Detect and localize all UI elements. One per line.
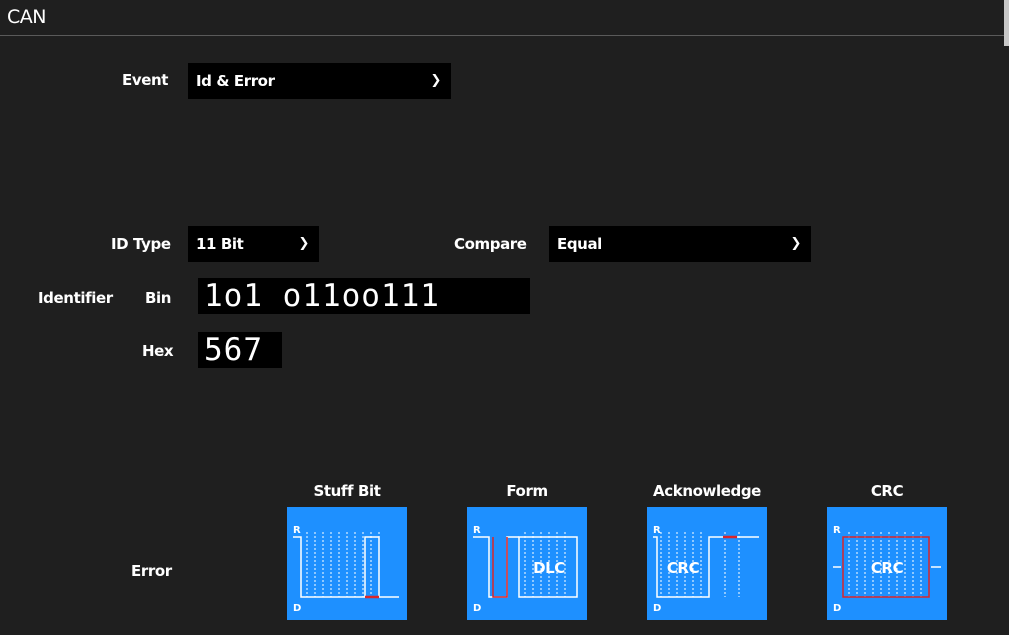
crc-error-tile[interactable]: R D CRC [827, 507, 947, 620]
tile-d-label: D [473, 603, 482, 614]
form-title: Form [506, 482, 548, 500]
crc-field-label: CRC [666, 559, 700, 577]
stuff-bit-error-icon [293, 532, 399, 599]
hex-label: Hex [142, 342, 174, 360]
error-label: Error [131, 562, 172, 580]
id-type-label: ID Type [111, 235, 171, 253]
id-type-dropdown[interactable]: 11 Bit ❯ [188, 226, 319, 262]
event-value: Id & Error [196, 72, 275, 90]
acknowledge-error-tile[interactable]: R D CRC [647, 507, 767, 620]
chevron-down-icon: ❯ [298, 236, 310, 251]
tile-r-label: R [653, 525, 661, 536]
event-label: Event [122, 71, 169, 89]
stuff-bit-title: Stuff Bit [313, 482, 381, 500]
crc-field-label: CRC [870, 559, 904, 577]
compare-value: Equal [557, 235, 602, 253]
tile-d-label: D [293, 603, 302, 614]
window-title: CAN [7, 6, 46, 28]
tile-r-label: R [293, 525, 301, 536]
id-type-value: 11 Bit [196, 235, 244, 253]
tile-d-label: D [653, 603, 662, 614]
chevron-down-icon: ❯ [430, 73, 442, 88]
acknowledge-title: Acknowledge [653, 482, 761, 500]
stuff-bit-error-tile[interactable]: R D [287, 507, 407, 620]
dlc-field-label: DLC [533, 559, 565, 577]
tile-r-label: R [473, 525, 481, 536]
identifier-label: Identifier [38, 289, 113, 307]
bin-label: Bin [145, 289, 172, 307]
chevron-down-icon: ❯ [790, 236, 802, 251]
crc-title: CRC [870, 482, 904, 500]
compare-label: Compare [454, 235, 527, 253]
identifier-hex-input[interactable]: 567 [198, 332, 282, 368]
title-bar: CAN [0, 0, 1009, 36]
scrollbar[interactable] [1004, 0, 1009, 46]
identifier-bin-input[interactable]: 1o1 o11oo111 [198, 278, 530, 314]
tile-r-label: R [833, 525, 841, 536]
compare-dropdown[interactable]: Equal ❯ [549, 226, 811, 262]
can-trigger-panel: CAN Event Id & Error ❯ ID Type 11 Bit ❯ … [0, 0, 1009, 635]
tile-d-label: D [833, 603, 842, 614]
form-error-tile[interactable]: R D DLC [467, 507, 587, 620]
event-dropdown[interactable]: Id & Error ❯ [188, 63, 451, 99]
